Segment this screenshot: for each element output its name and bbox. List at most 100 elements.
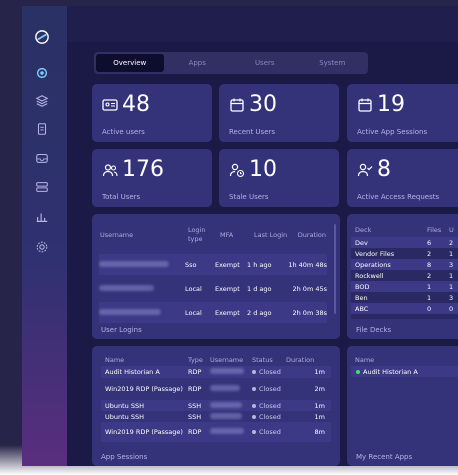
- table-row[interactable]: ABC 0 0: [351, 303, 458, 314]
- file-decks-rows: Dev 6 2 Vendor Files 2 1 Operations 8 3 Rockwe…: [351, 237, 458, 319]
- stat-card-recent-users[interactable]: 30 Recent Users: [219, 84, 339, 142]
- id-card-icon: [102, 98, 118, 111]
- cell-status: Closed: [252, 385, 288, 393]
- list-item[interactable]: Audit Historian A: [351, 366, 458, 377]
- stat-card-total-users[interactable]: 176 Total Users: [92, 149, 212, 207]
- cell-u: 1: [449, 282, 454, 291]
- table-row[interactable]: BOD 1 1: [351, 281, 458, 292]
- tab-apps[interactable]: Apps: [164, 54, 232, 72]
- user-logins-table: Username Login type MFA Last Login Durat…: [99, 220, 327, 250]
- cell-deck: Ben: [355, 293, 368, 302]
- stat-value: 48: [122, 92, 150, 117]
- cell-mfa: Exempt: [215, 260, 240, 269]
- table-row[interactable]: Ubuntu SSH SSH Closed 1m: [101, 400, 331, 411]
- users-icon: [102, 163, 118, 176]
- document-icon[interactable]: [33, 120, 51, 138]
- cell-duration: 2m: [314, 385, 325, 393]
- calendar-icon: [358, 98, 372, 112]
- chart-icon[interactable]: [33, 208, 51, 226]
- panel-title: File Decks: [356, 326, 392, 334]
- server-icon[interactable]: [33, 178, 51, 196]
- app-window: Overview Apps Users System 48 Active use…: [22, 6, 458, 466]
- logo-icon[interactable]: [33, 28, 51, 46]
- recent-apps-panel: Name Audit Historian A My Recent Apps: [347, 346, 458, 466]
- app-sessions-panel: Name Type Username Status Duration Audit…: [92, 346, 340, 466]
- redacted-username: [99, 260, 169, 267]
- cell-type: SSH: [188, 412, 202, 421]
- cell-duration: 2h 0m 38s: [292, 308, 327, 317]
- cell-u: 3: [449, 293, 454, 302]
- column-header-status: Status: [252, 356, 273, 364]
- cell-name: Audit Historian A: [105, 368, 160, 376]
- cell-name: Ubuntu SSH: [105, 412, 144, 421]
- scrollbar[interactable]: [334, 224, 336, 314]
- column-header-name: Name: [355, 356, 375, 364]
- cell-name: Win2019 RDP (Passage): [105, 384, 183, 393]
- layers-icon[interactable]: [33, 92, 51, 110]
- column-header-type: Type: [188, 356, 203, 364]
- column-header-username: Username: [100, 231, 134, 239]
- user-clock-icon: [229, 163, 245, 177]
- stat-card-active-users[interactable]: 48 Active users: [92, 84, 212, 142]
- cell-login-type: Sso: [185, 260, 197, 269]
- status-text: Closed: [259, 412, 281, 421]
- table-row[interactable]: Sso Exempt 1 h ago 1h 40m 48s: [99, 254, 327, 275]
- cell-files: 1: [427, 282, 432, 291]
- cell-deck: BOD: [355, 282, 370, 291]
- stat-label: Stale Users: [229, 193, 269, 201]
- table-row[interactable]: Ben 1 3: [351, 292, 458, 303]
- user-logins-panel: Username Login type MFA Last Login Durat…: [92, 214, 340, 339]
- column-header-duration: Duration: [286, 356, 315, 364]
- column-header-u: U: [449, 226, 454, 234]
- recent-app-name: Audit Historian A: [363, 367, 418, 376]
- stat-card-active-app-sessions[interactable]: 19 Active App Sessions: [347, 84, 458, 142]
- table-row[interactable]: Vendor Files 2 1: [351, 248, 458, 259]
- column-header-last-login: Last Login: [254, 230, 288, 239]
- tab-system[interactable]: System: [299, 54, 367, 72]
- stat-value: 30: [249, 92, 277, 117]
- table-row[interactable]: Rockwell 2 1: [351, 270, 458, 281]
- redacted-username: [210, 385, 240, 391]
- cell-u: 3: [449, 260, 454, 269]
- cell-status: Closed: [252, 402, 288, 410]
- stat-card-active-access-requests[interactable]: 8 Active Access Requests: [347, 149, 458, 207]
- status-dot-icon: [252, 403, 256, 408]
- tab-overview[interactable]: Overview: [96, 54, 164, 72]
- cell-deck: Vendor Files: [355, 249, 395, 258]
- stat-card-stale-users[interactable]: 10 Stale Users: [219, 149, 339, 207]
- table-row[interactable]: Operations 8 3: [351, 259, 458, 270]
- table-row[interactable]: Dev 6 2: [351, 237, 458, 248]
- inbox-icon[interactable]: [33, 149, 51, 167]
- redacted-username: [99, 284, 154, 291]
- table-row[interactable]: Audit Historian A RDP Closed 1m: [101, 366, 331, 378]
- panel-title: My Recent Apps: [356, 453, 413, 461]
- cell-files: 2: [427, 249, 432, 258]
- online-dot-icon: [356, 369, 360, 374]
- panel-title: User Logins: [101, 326, 142, 334]
- cell-mfa: Exempt: [215, 284, 240, 293]
- cell-u: 2: [449, 238, 454, 247]
- cell-status: Closed: [252, 428, 288, 436]
- cell-duration: 8m: [314, 428, 325, 436]
- redacted-username: [210, 412, 242, 419]
- settings-gear-icon[interactable]: [33, 238, 51, 256]
- cell-name: Ubuntu SSH: [105, 401, 144, 410]
- table-row[interactable]: Win2019 RDP (Passage) RDP Closed 2m: [101, 378, 331, 400]
- stat-value: 10: [249, 157, 277, 182]
- status-text: Closed: [259, 368, 281, 376]
- cell-duration: 2h 0m 45s: [292, 284, 327, 293]
- status-text: Closed: [259, 385, 281, 393]
- cell-last-login: 1 d ago: [247, 284, 272, 293]
- cell-files: 8: [427, 260, 432, 269]
- table-row[interactable]: Local Exempt 2 d ago 2h 0m 38s: [99, 302, 327, 323]
- cell-deck: Rockwell: [355, 271, 384, 280]
- status-dot-icon: [252, 414, 256, 419]
- table-row[interactable]: Win2019 RDP (Passage) RDP Closed 8m: [101, 422, 331, 442]
- table-header: Name Type Username Status Duration: [105, 356, 330, 364]
- calendar-icon: [230, 98, 244, 112]
- table-row[interactable]: Local Exempt 1 d ago 2h 0m 45s: [99, 278, 327, 299]
- dashboard-icon[interactable]: [33, 64, 51, 82]
- tab-users[interactable]: Users: [231, 54, 299, 72]
- cell-last-login: 1 h ago: [247, 260, 272, 269]
- table-row[interactable]: Ubuntu SSH SSH Closed 1m: [101, 411, 331, 422]
